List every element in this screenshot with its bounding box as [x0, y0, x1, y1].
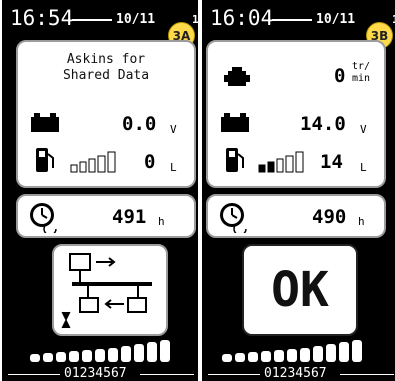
battery-unit: V	[170, 123, 177, 136]
footer-line-left	[208, 374, 260, 375]
hours-box: 490 h	[206, 194, 386, 238]
serial-number: 01234567	[64, 366, 127, 381]
fuel-unit: L	[360, 161, 367, 174]
display-panel-3a: 16:54 10/11 1 3A Askins for Shared Data …	[2, 0, 199, 381]
ok-status-box: OK	[242, 244, 358, 336]
rpm-unit-bottom: min	[352, 73, 371, 84]
fuel-gauge-bars	[70, 151, 116, 173]
fuel-unit: L	[170, 161, 177, 174]
clock: 16:04	[210, 6, 274, 30]
serial-footer: 01234567	[202, 366, 395, 381]
battery-icon	[221, 113, 249, 132]
fuel-value: 0	[144, 151, 156, 173]
info-box: Askins for Shared Data 0.0 V 0 L	[16, 40, 196, 188]
date: 10/11	[116, 12, 156, 27]
signal-bars	[30, 340, 170, 362]
hours-value: 491	[112, 206, 147, 228]
battery-icon	[31, 113, 59, 132]
hours-box: 491 h	[16, 194, 196, 238]
rpm-value: 0	[334, 65, 346, 87]
screens-stage: 16:54 10/11 1 3A Askins for Shared Data …	[0, 0, 395, 381]
battery-value: 0.0	[122, 113, 157, 135]
battery-value: 14.0	[300, 113, 346, 135]
fuel-value: 14	[320, 151, 343, 173]
header-divider	[72, 19, 112, 21]
fuel-pump-icon	[36, 148, 54, 172]
battery-unit: V	[360, 123, 367, 136]
hours-unit: h	[158, 215, 165, 228]
engine-icon	[224, 67, 250, 86]
footer-line-right	[140, 374, 194, 375]
network-sync-icon	[61, 253, 152, 329]
hour-meter-icon	[220, 203, 247, 233]
message-title: Askins for Shared Data	[62, 52, 150, 83]
hour-meter-icon	[30, 203, 57, 233]
header-divider	[272, 19, 312, 21]
display-panel-3b: 16:04 10/11 1 3B 0 tr/ min 14.0	[202, 0, 395, 381]
date: 10/11	[316, 12, 356, 27]
hours-value: 490	[312, 206, 347, 228]
clock: 16:54	[10, 6, 74, 30]
fuel-gauge-bars	[258, 151, 304, 173]
footer-line-right	[340, 374, 394, 375]
status-header: 16:04 10/11 1	[202, 0, 395, 34]
rpm-unit-top: tr/	[352, 61, 371, 72]
signal-bars	[222, 340, 362, 362]
hours-unit: h	[358, 215, 365, 228]
footer-line-left	[8, 374, 60, 375]
fuel-pump-icon	[226, 148, 244, 172]
serial-number: 01234567	[264, 366, 327, 381]
info-box: 0 tr/ min 14.0 V 14 L	[206, 40, 386, 188]
serial-footer: 01234567	[2, 366, 198, 381]
network-status-box	[52, 244, 168, 336]
